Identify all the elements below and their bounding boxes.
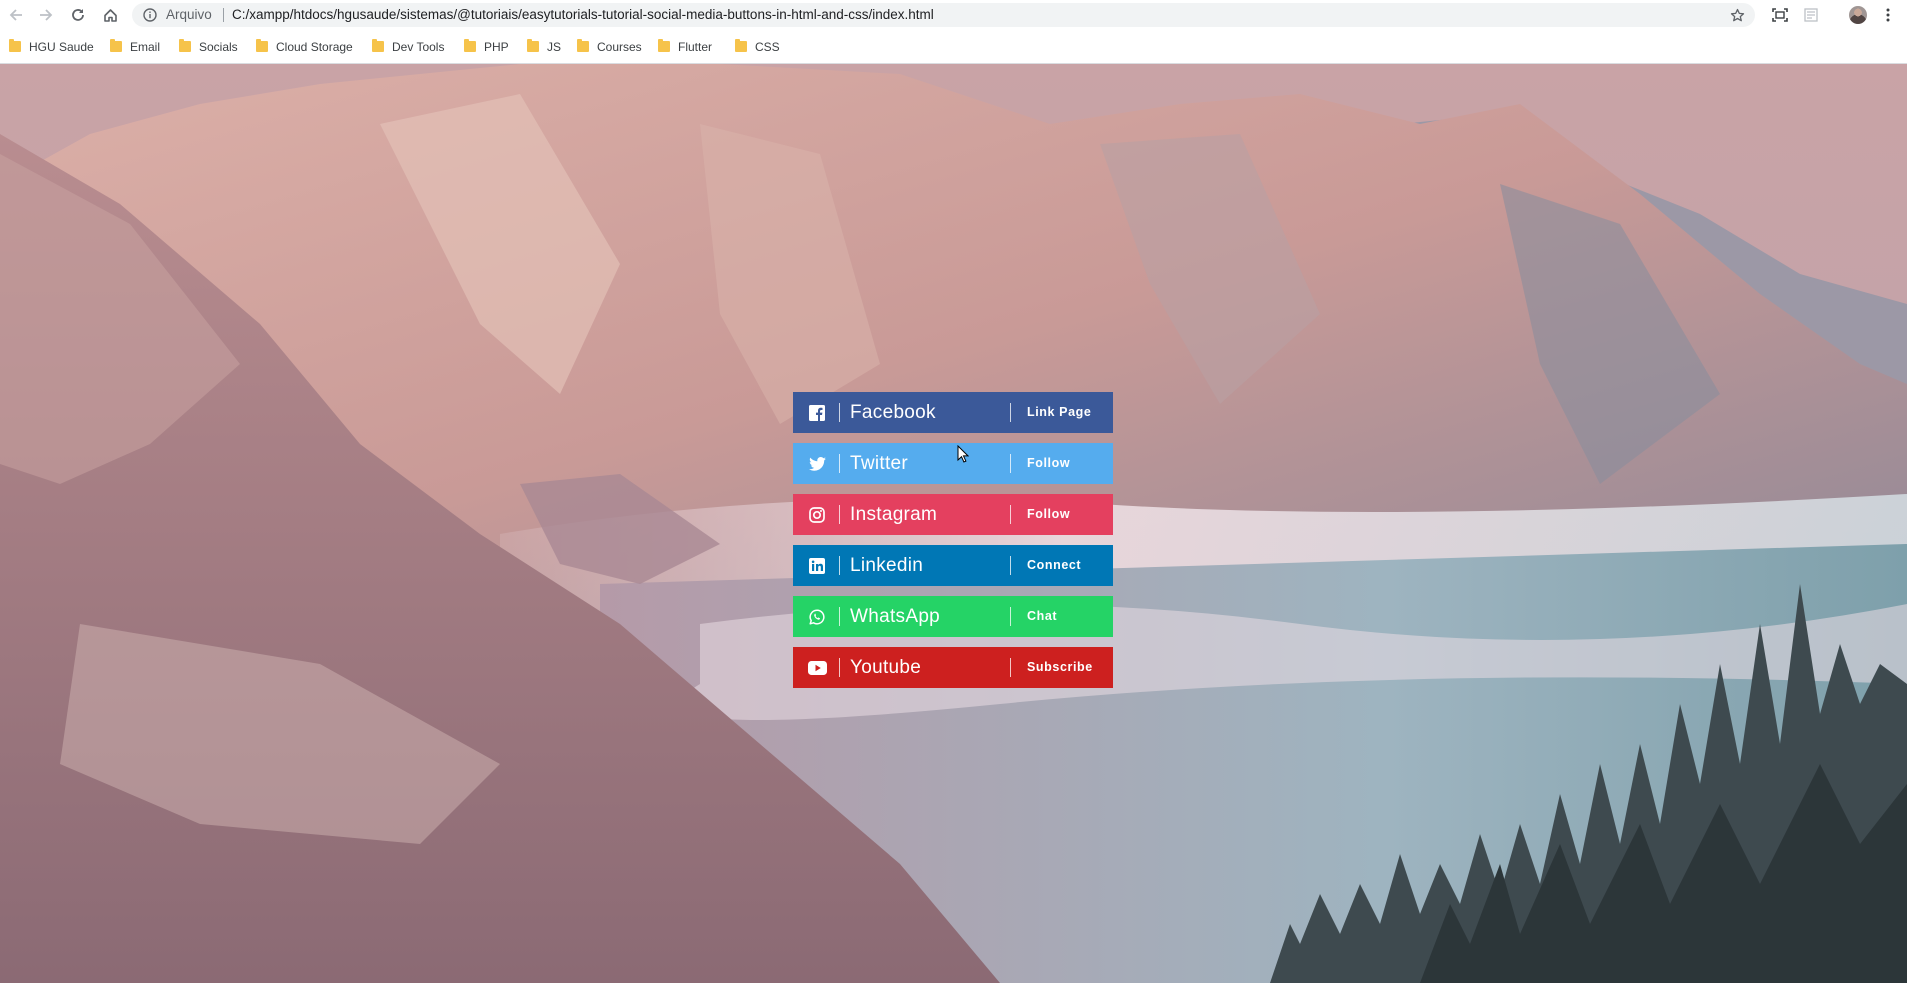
action-divider bbox=[1010, 658, 1011, 677]
bookmark-label: PHP bbox=[484, 39, 509, 54]
bookmark-folder[interactable]: Flutter bbox=[658, 30, 712, 63]
arrow-right-icon bbox=[40, 9, 53, 21]
folder-icon bbox=[735, 39, 747, 52]
arrow-left-icon bbox=[9, 9, 22, 21]
bookmark-folder[interactable]: JS bbox=[527, 30, 561, 63]
folder-icon bbox=[527, 39, 539, 52]
home-button[interactable] bbox=[96, 0, 124, 30]
social-buttons-list: Facebook Link Page Twitter Follow Instag… bbox=[793, 392, 1113, 698]
button-name: Youtube bbox=[850, 657, 922, 678]
button-name: Facebook bbox=[850, 402, 936, 423]
bookmark-label: Dev Tools bbox=[392, 39, 445, 54]
folder-icon bbox=[256, 39, 268, 52]
bookmark-folder[interactable]: HGU Saude bbox=[9, 30, 94, 63]
facebook-button[interactable]: Facebook Link Page bbox=[793, 392, 1113, 433]
icon-divider bbox=[839, 556, 840, 575]
bookmark-label: Socials bbox=[199, 39, 238, 54]
info-icon[interactable] bbox=[142, 3, 158, 27]
profile-avatar[interactable] bbox=[1849, 6, 1867, 24]
reload-button[interactable] bbox=[64, 0, 92, 30]
icon-divider bbox=[839, 607, 840, 626]
facebook-icon bbox=[806, 392, 828, 433]
button-action: Connect bbox=[1027, 558, 1082, 572]
cast-button[interactable] bbox=[1767, 0, 1793, 30]
bookmark-label: JS bbox=[547, 39, 562, 54]
icon-divider bbox=[839, 658, 840, 677]
instagram-icon bbox=[806, 494, 828, 535]
menu-button[interactable] bbox=[1877, 0, 1899, 30]
whatsapp-button[interactable]: WhatsApp Chat bbox=[793, 596, 1113, 637]
action-divider bbox=[1010, 556, 1011, 575]
twitter-button[interactable]: Twitter Follow bbox=[793, 443, 1113, 484]
forward-button[interactable] bbox=[32, 0, 60, 30]
icon-divider bbox=[839, 454, 840, 473]
kebab-menu-icon bbox=[1886, 8, 1890, 22]
bookmarks-bar: HGU Saude Email Socials Cloud Storage De… bbox=[0, 30, 1907, 64]
page-viewport: Facebook Link Page Twitter Follow Instag… bbox=[0, 64, 1907, 983]
linkedin-button[interactable]: Linkedin Connect bbox=[793, 545, 1113, 586]
folder-icon bbox=[179, 39, 191, 52]
button-action: Follow bbox=[1027, 456, 1071, 470]
folder-icon bbox=[9, 39, 21, 52]
address-url[interactable]: C:/xampp/htdocs/hgusaude/sistemas/@tutor… bbox=[232, 3, 934, 27]
button-action: Link Page bbox=[1027, 405, 1092, 419]
bookmark-label: Cloud Storage bbox=[276, 39, 353, 54]
reader-mode-icon bbox=[1804, 8, 1818, 22]
address-divider bbox=[223, 8, 224, 22]
home-icon bbox=[103, 8, 117, 22]
back-button[interactable] bbox=[2, 0, 30, 30]
linkedin-icon bbox=[806, 545, 828, 586]
bookmark-star-icon[interactable] bbox=[1727, 3, 1747, 27]
action-divider bbox=[1010, 403, 1011, 422]
bookmark-folder[interactable]: CSS bbox=[735, 30, 780, 63]
bookmark-folder[interactable]: Email bbox=[110, 30, 160, 63]
browser-toolbar: Arquivo C:/xampp/htdocs/hgusaude/sistema… bbox=[0, 0, 1907, 30]
bookmark-label: Email bbox=[130, 39, 161, 54]
youtube-icon bbox=[806, 647, 828, 688]
youtube-button[interactable]: Youtube Subscribe bbox=[793, 647, 1113, 688]
folder-icon bbox=[577, 39, 589, 52]
bookmark-folder[interactable]: Socials bbox=[179, 30, 238, 63]
folder-icon bbox=[372, 39, 384, 52]
bookmark-label: Flutter bbox=[678, 39, 713, 54]
button-name: Linkedin bbox=[850, 555, 924, 576]
action-divider bbox=[1010, 454, 1011, 473]
instagram-button[interactable]: Instagram Follow bbox=[793, 494, 1113, 535]
bookmark-label: CSS bbox=[755, 39, 780, 54]
bookmark-folder[interactable]: Courses bbox=[577, 30, 642, 63]
folder-icon bbox=[464, 39, 476, 52]
button-name: Twitter bbox=[850, 453, 909, 474]
address-bar[interactable]: Arquivo C:/xampp/htdocs/hgusaude/sistema… bbox=[132, 3, 1755, 27]
whatsapp-icon bbox=[806, 596, 828, 637]
address-scheme-label: Arquivo bbox=[166, 7, 212, 22]
button-name: WhatsApp bbox=[850, 606, 941, 627]
bookmark-label: HGU Saude bbox=[29, 39, 94, 54]
bookmark-folder[interactable]: Dev Tools bbox=[372, 30, 444, 63]
button-action: Chat bbox=[1027, 609, 1058, 623]
icon-divider bbox=[839, 505, 840, 524]
folder-icon bbox=[110, 39, 122, 52]
button-name: Instagram bbox=[850, 504, 938, 525]
mouse-cursor-icon bbox=[957, 445, 969, 463]
bookmark-folder[interactable]: PHP bbox=[464, 30, 509, 63]
reload-icon bbox=[72, 9, 84, 21]
reader-mode-button[interactable] bbox=[1798, 0, 1824, 30]
folder-icon bbox=[658, 39, 670, 52]
action-divider bbox=[1010, 505, 1011, 524]
screen-capture-icon bbox=[1772, 8, 1788, 22]
bookmark-folder[interactable]: Cloud Storage bbox=[256, 30, 353, 63]
icon-divider bbox=[839, 403, 840, 422]
action-divider bbox=[1010, 607, 1011, 626]
button-action: Follow bbox=[1027, 507, 1071, 521]
twitter-icon bbox=[806, 443, 828, 484]
button-action: Subscribe bbox=[1027, 660, 1093, 674]
bookmark-label: Courses bbox=[597, 39, 642, 54]
